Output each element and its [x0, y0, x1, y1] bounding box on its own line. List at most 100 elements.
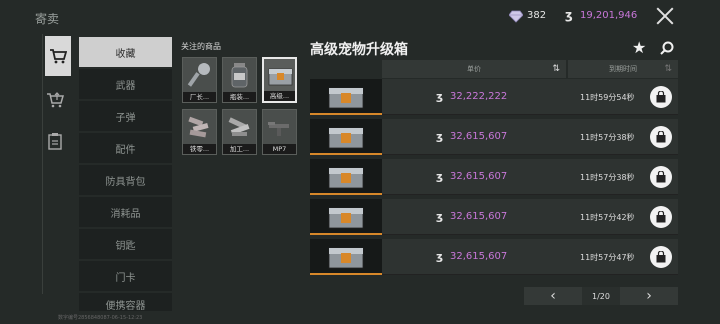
buy-button[interactable] [650, 206, 672, 228]
item-thumbnail [310, 199, 382, 235]
category-keycards[interactable]: 门卡 [79, 261, 172, 291]
category-label: 收藏 [115, 48, 136, 60]
favorite-label: 加工... [223, 144, 256, 154]
gun-icon [268, 122, 289, 136]
listing-time: 11时57分42秒 [580, 213, 635, 222]
favorite-item[interactable]: 瓶装... [222, 57, 257, 103]
chevron-left-icon: ‹ [550, 288, 556, 304]
page-title: 寄卖 [35, 12, 60, 26]
coin-icon: ʒ [436, 90, 444, 103]
item-thumbnail [310, 239, 382, 275]
tab-records[interactable] [43, 121, 67, 161]
buy-button[interactable] [650, 86, 672, 108]
key-icon [187, 63, 210, 87]
category-containers[interactable]: 便携容器 [79, 293, 172, 311]
chest-icon [328, 127, 364, 149]
category-label: 配件 [115, 144, 136, 156]
listing-row[interactable]: ʒ 32,615,607 11时57分42秒 [310, 199, 678, 235]
listing-price: 32,615,607 [450, 131, 508, 142]
shopping-bag-icon [656, 171, 666, 183]
chest-icon [328, 207, 364, 229]
listing-row[interactable]: ʒ 32,615,607 11时57分38秒 [310, 159, 678, 195]
category-label: 武器 [115, 80, 136, 92]
next-page-button[interactable]: › [620, 287, 678, 305]
listing-price: 32,615,607 [450, 211, 508, 222]
coin-icon: ʒ [565, 8, 573, 22]
chest-icon [328, 87, 364, 109]
jar-icon [231, 63, 248, 88]
close-button[interactable] [654, 5, 676, 27]
processed-parts-icon [228, 117, 250, 136]
iron-parts-icon [188, 116, 209, 138]
favorite-label: MP7 [263, 144, 296, 154]
category-weapons[interactable]: 武器 [79, 69, 172, 99]
top-bar: 寄卖 382 ʒ 19,201,946 [0, 0, 720, 34]
side-divider [42, 34, 43, 294]
cart-icon [50, 49, 67, 64]
listing-row[interactable]: ʒ 32,615,607 11时57分47秒 [310, 239, 678, 275]
category-label: 便携容器 [105, 301, 146, 311]
footer-id: 数字编号2856848087-06-15-12:23 [58, 315, 143, 321]
sort-icon[interactable]: ⇅ [664, 64, 672, 74]
coin-icon: ʒ [436, 250, 444, 263]
column-time-label: 到期时间 [609, 65, 637, 73]
category-ammo[interactable]: 子弹 [79, 101, 172, 131]
tab-buy[interactable] [45, 36, 71, 76]
cart-up-icon [47, 92, 64, 108]
category-label: 防具背包 [105, 176, 146, 188]
panel-title: 高级宠物升级箱 [310, 42, 408, 58]
listing-time: 11时57分47秒 [580, 253, 635, 262]
category-consumables[interactable]: 消耗品 [79, 197, 172, 227]
gem-count: 382 [527, 10, 547, 21]
favorite-item[interactable]: 高级... [262, 57, 297, 103]
category-armor-backpack[interactable]: 防具背包 [79, 165, 172, 195]
coin-icon: ʒ [436, 170, 444, 183]
buy-button[interactable] [650, 166, 672, 188]
sort-icon[interactable]: ⇅ [552, 64, 560, 74]
favorite-item[interactable]: 铁零... [182, 109, 217, 155]
item-thumbnail [310, 79, 382, 115]
buy-button[interactable] [650, 126, 672, 148]
category-favorites[interactable]: 收藏 [79, 37, 172, 67]
diamond-icon [509, 10, 523, 23]
chest-icon [328, 167, 364, 189]
favorites-title: 关注的商品 [181, 42, 221, 51]
category-label: 门卡 [115, 272, 136, 284]
listing-row[interactable]: ʒ 32,222,222 11时59分54秒 [310, 79, 678, 115]
clipboard-icon [48, 133, 62, 150]
shopping-bag-icon [656, 131, 666, 143]
category-label: 子弹 [115, 112, 136, 124]
star-icon[interactable]: ★ [632, 38, 646, 57]
category-label: 消耗品 [110, 208, 141, 220]
listing-price: 32,615,607 [450, 171, 508, 182]
chest-icon [268, 68, 293, 86]
search-icon[interactable] [660, 41, 674, 55]
category-keys[interactable]: 钥匙 [79, 229, 172, 259]
buy-button[interactable] [650, 246, 672, 268]
favorite-item[interactable]: 加工... [222, 109, 257, 155]
column-time-header[interactable]: 到期时间 ⇅ [568, 60, 678, 78]
listing-time: 11时59分54秒 [580, 93, 635, 102]
column-price-header[interactable]: 单价 ⇅ [382, 60, 566, 78]
category-attachments[interactable]: 配件 [79, 133, 172, 163]
page-indicator: 1/20 [582, 287, 620, 305]
favorite-label: 高级... [264, 91, 295, 101]
favorite-item[interactable]: MP7 [262, 109, 297, 155]
listing-time: 11时57分38秒 [580, 173, 635, 182]
coin-icon: ʒ [436, 210, 444, 223]
shopping-bag-icon [656, 91, 666, 103]
listing-price: 32,222,222 [450, 91, 508, 102]
coin-icon: ʒ [436, 130, 444, 143]
favorite-label: 瓶装... [223, 92, 256, 102]
item-thumbnail [310, 119, 382, 155]
listing-row[interactable]: ʒ 32,615,607 11时57分38秒 [310, 119, 678, 155]
listing-price: 32,615,607 [450, 251, 508, 262]
item-thumbnail [310, 159, 382, 195]
favorite-label: 厂长... [183, 92, 216, 102]
shopping-bag-icon [656, 211, 666, 223]
prev-page-button[interactable]: ‹ [524, 287, 582, 305]
tab-sell[interactable] [43, 80, 67, 120]
favorite-item[interactable]: 厂长... [182, 57, 217, 103]
listing-time: 11时57分38秒 [580, 133, 635, 142]
favorite-label: 铁零... [183, 144, 216, 154]
